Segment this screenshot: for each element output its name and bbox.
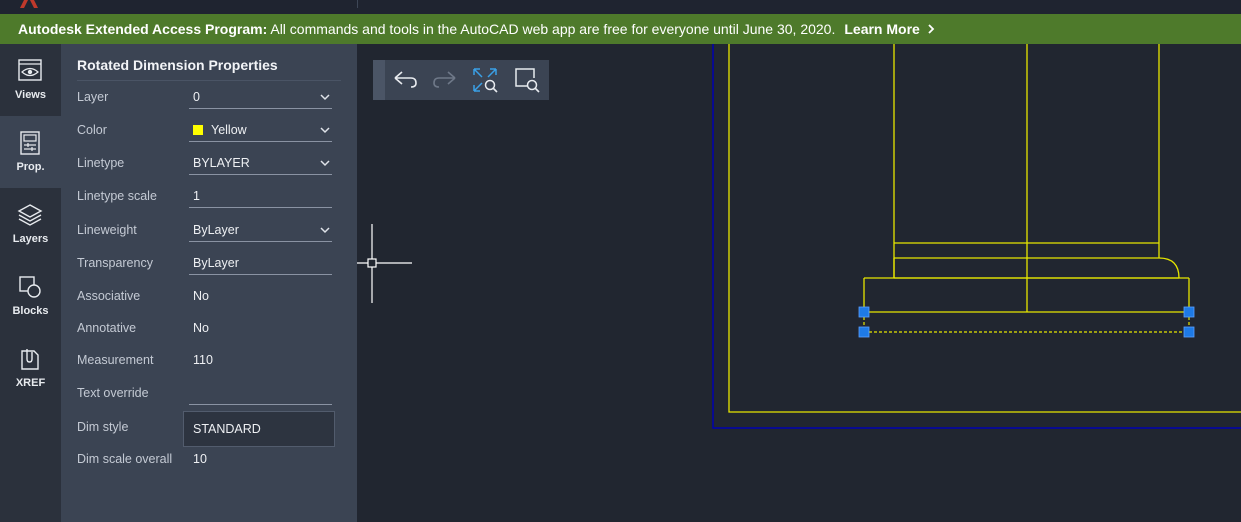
prop-color-value-wrap: Yellow bbox=[193, 123, 247, 137]
xref-icon bbox=[21, 349, 39, 370]
eye-icon bbox=[18, 59, 42, 81]
properties-icon bbox=[20, 131, 40, 155]
toolbar-drag-handle[interactable] bbox=[373, 60, 385, 100]
rail-blocks-label: Blocks bbox=[12, 305, 49, 317]
properties-panel: Rotated Dimension Properties Layer 0 Col… bbox=[61, 44, 357, 522]
prop-linetype: Linetype BYLAYER bbox=[77, 153, 341, 175]
rail-properties-label: Prop. bbox=[16, 161, 45, 173]
prop-dim-scale-value: 10 bbox=[193, 452, 207, 466]
prop-annotative-label: Annotative bbox=[77, 321, 137, 335]
prop-dim-style: Dim style STANDARD bbox=[77, 411, 341, 447]
prop-linetype-value: BYLAYER bbox=[193, 156, 250, 170]
panel-title: Rotated Dimension Properties bbox=[77, 57, 278, 73]
prop-text-override-label: Text override bbox=[77, 386, 149, 400]
text-override-input[interactable] bbox=[189, 383, 332, 405]
rail-xref[interactable]: XREF bbox=[0, 332, 61, 404]
panel-title-divider bbox=[77, 80, 341, 81]
banner-title: Autodesk Extended Access Program: bbox=[18, 21, 268, 37]
autocad-logo-icon bbox=[20, 0, 38, 8]
canvas-toolbar bbox=[373, 60, 549, 100]
prop-dim-style-value: STANDARD bbox=[193, 422, 261, 436]
prop-linetype-scale: Linetype scale 1 bbox=[77, 186, 341, 208]
prop-dim-scale: Dim scale overall 10 bbox=[77, 449, 341, 471]
prop-linetype-scale-label: Linetype scale bbox=[77, 189, 157, 203]
column-shape bbox=[863, 44, 1190, 313]
prop-transparency: Transparency ByLayer bbox=[77, 253, 341, 275]
layer-select[interactable] bbox=[189, 87, 332, 109]
top-strip bbox=[0, 0, 1241, 14]
prop-linetype-label: Linetype bbox=[77, 156, 125, 170]
prop-layer-value: 0 bbox=[193, 90, 200, 104]
chevron-down-icon bbox=[320, 160, 330, 167]
prop-transparency-value: ByLayer bbox=[193, 256, 239, 270]
prop-color: Color Yellow bbox=[77, 120, 341, 142]
grip-handle bbox=[858, 306, 870, 318]
prop-layer: Layer 0 bbox=[77, 87, 341, 109]
prop-color-label: Color bbox=[77, 123, 107, 137]
banner-text: All commands and tools in the AutoCAD we… bbox=[267, 21, 836, 37]
top-divider bbox=[357, 0, 358, 8]
prop-lineweight-value: ByLayer bbox=[193, 223, 239, 237]
prop-dim-scale-label: Dim scale overall bbox=[77, 452, 173, 466]
prop-transparency-label: Transparency bbox=[77, 256, 153, 270]
crosshair-cursor-icon bbox=[357, 224, 412, 303]
prop-measurement-label: Measurement bbox=[77, 353, 154, 367]
chevron-down-icon bbox=[320, 94, 330, 101]
prop-linetype-scale-value: 1 bbox=[193, 189, 200, 203]
learn-more-link[interactable]: Learn More bbox=[844, 21, 934, 37]
prop-color-value: Yellow bbox=[211, 123, 247, 137]
dim-style-select[interactable]: STANDARD bbox=[183, 411, 335, 447]
chevron-right-icon bbox=[928, 24, 934, 34]
promo-banner: Autodesk Extended Access Program: All co… bbox=[0, 14, 1241, 44]
drawing[interactable] bbox=[357, 44, 1241, 522]
rail-layers[interactable]: Layers bbox=[0, 188, 61, 260]
zoom-window-icon[interactable] bbox=[513, 66, 541, 94]
prop-associative-label: Associative bbox=[77, 289, 141, 303]
prop-text-override: Text override bbox=[77, 383, 341, 405]
prop-annotative-value: No bbox=[193, 321, 209, 335]
blocks-icon bbox=[19, 276, 41, 298]
zoom-extents-icon[interactable] bbox=[471, 66, 499, 94]
prop-associative-value: No bbox=[193, 289, 209, 303]
prop-layer-label: Layer bbox=[77, 90, 109, 104]
drawing-canvas[interactable] bbox=[357, 44, 1241, 522]
rail-layers-label: Layers bbox=[12, 233, 49, 245]
grip-handle bbox=[1183, 306, 1195, 318]
prop-annotative: Annotative No bbox=[77, 318, 341, 340]
grip-handle bbox=[858, 326, 870, 338]
learn-more-label: Learn More bbox=[844, 21, 920, 37]
chevron-down-icon bbox=[320, 127, 330, 134]
viewport-boundary bbox=[712, 44, 1241, 429]
drawing-border bbox=[728, 44, 1241, 413]
prop-measurement-value: 110 bbox=[193, 353, 213, 367]
color-swatch bbox=[193, 125, 203, 135]
rail-blocks[interactable]: Blocks bbox=[0, 260, 61, 332]
undo-icon[interactable] bbox=[391, 66, 419, 94]
rail-properties[interactable]: Prop. bbox=[0, 116, 61, 188]
layers-icon bbox=[17, 204, 43, 226]
prop-measurement: Measurement 110 bbox=[77, 350, 341, 372]
rail-views[interactable]: Views bbox=[0, 44, 61, 116]
chevron-down-icon bbox=[320, 227, 330, 234]
grip-handle bbox=[1183, 326, 1195, 338]
redo-icon[interactable] bbox=[431, 66, 459, 94]
rail-views-label: Views bbox=[15, 89, 46, 101]
prop-dim-style-label: Dim style bbox=[77, 420, 129, 434]
linetype-scale-input[interactable] bbox=[189, 186, 332, 208]
prop-lineweight: Lineweight ByLayer bbox=[77, 220, 341, 242]
rail-xref-label: XREF bbox=[15, 377, 46, 389]
prop-associative: Associative No bbox=[77, 286, 341, 308]
prop-lineweight-label: Lineweight bbox=[77, 223, 137, 237]
left-rail: Views Prop. Layers Blocks XREF bbox=[0, 44, 61, 522]
